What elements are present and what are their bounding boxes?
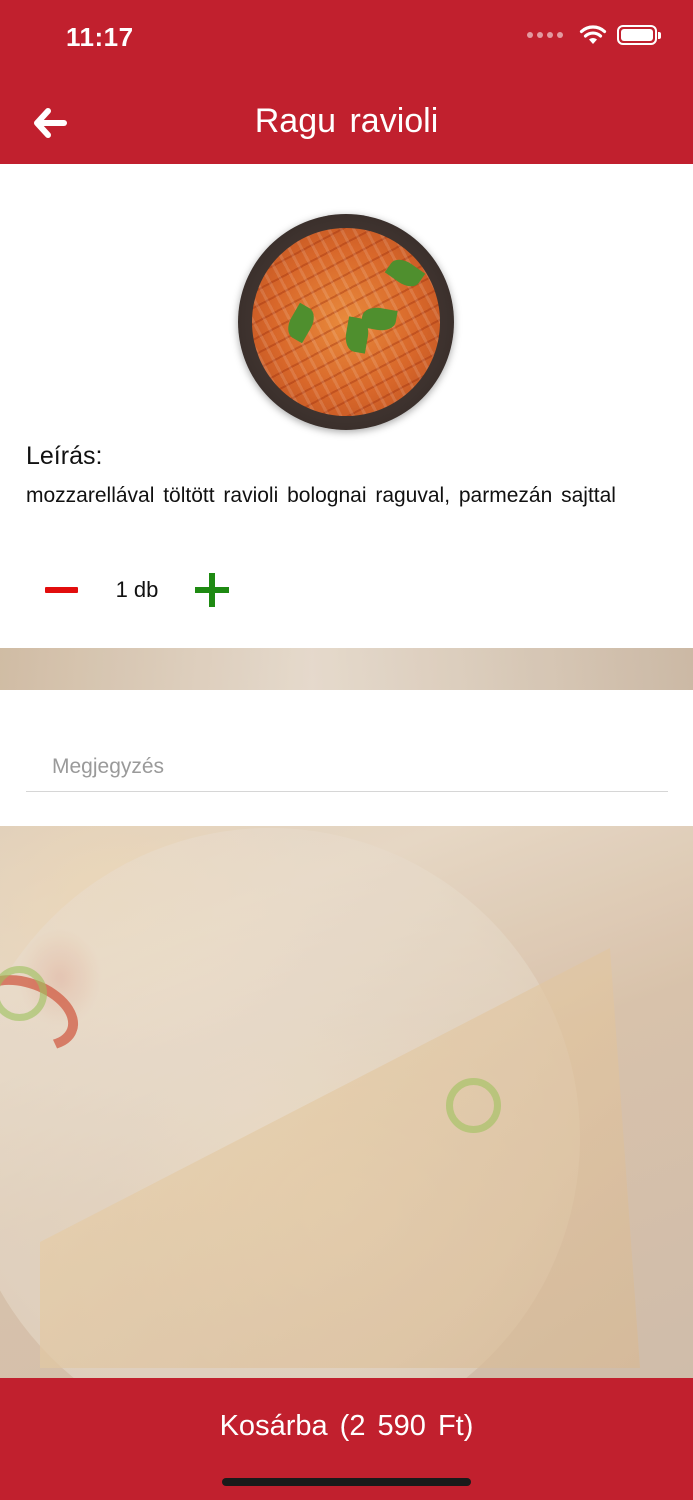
app-header: 11:17 Ragu ravioli xyxy=(0,0,693,164)
battery-icon xyxy=(617,25,661,45)
signal-icon xyxy=(527,32,563,38)
quantity-value: 1 db xyxy=(115,577,159,602)
description-text: mozzarellával töltött ravioli bolognai r… xyxy=(26,484,616,507)
note-card xyxy=(0,690,693,826)
product-card: Leírás: mozzarellával töltött ravioli bo… xyxy=(0,164,693,648)
status-time: 11:17 xyxy=(66,22,134,52)
quantity-stepper: 1 db xyxy=(26,568,246,612)
increase-quantity-button[interactable] xyxy=(178,568,246,612)
wifi-icon xyxy=(579,25,607,44)
note-input[interactable] xyxy=(26,742,668,792)
pasta-image xyxy=(252,228,440,416)
bottom-bar: Kosárba (2 590 Ft) xyxy=(0,1378,693,1500)
background-strip xyxy=(0,648,693,690)
page-title: Ragu ravioli xyxy=(254,102,439,140)
minus-icon xyxy=(44,587,78,593)
description-label: Leírás: xyxy=(26,442,103,470)
add-to-cart-button[interactable]: Kosárba (2 590 Ft) xyxy=(0,1378,693,1474)
status-icons xyxy=(527,24,661,46)
dish-image xyxy=(238,214,454,430)
background-olive xyxy=(446,1078,501,1133)
decrease-quantity-button[interactable] xyxy=(26,568,96,612)
home-indicator xyxy=(222,1478,471,1486)
